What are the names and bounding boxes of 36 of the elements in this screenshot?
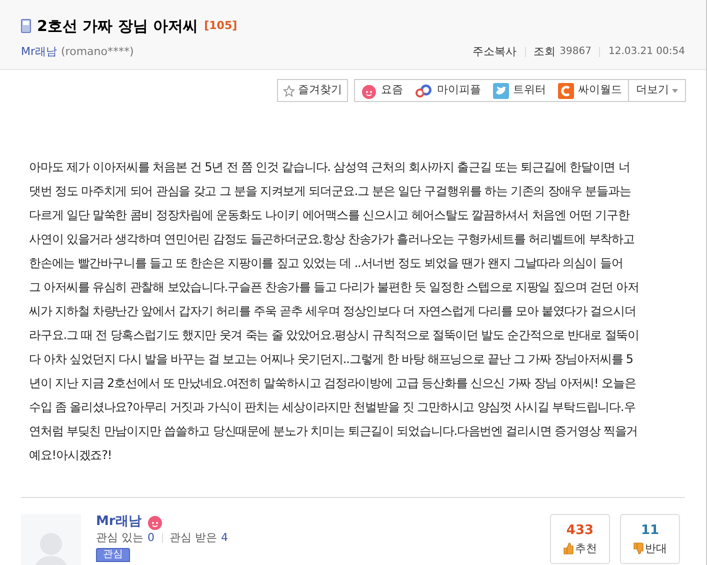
- vote-label: 반대: [645, 540, 667, 556]
- interest-in-label: 관심 있는: [96, 531, 144, 545]
- comment-count[interactable]: [105]: [204, 18, 238, 34]
- star-icon: [283, 84, 295, 96]
- view-count: 39867: [560, 45, 592, 60]
- vote-count: 433: [566, 522, 594, 540]
- interest-from-count[interactable]: 4: [221, 531, 228, 545]
- share-button[interactable]: 마이피플: [409, 80, 487, 101]
- vote-label: 추천: [575, 540, 597, 556]
- more-button[interactable]: 더보기: [628, 80, 685, 101]
- profile-name[interactable]: Mr래남: [96, 514, 142, 530]
- copy-link[interactable]: 주소복사: [472, 44, 517, 60]
- share-button[interactable]: 요즘: [355, 80, 409, 101]
- letter-c-icon: [558, 82, 574, 98]
- post-body: 아마도 제가 이아저씨를 처음본 건 5년 전 쯤 인것 같습니다. 삼성역 근처의 회사까지 출근길 또는 퇴근길에 한달이면 너 댓번 정도 마주치게 되어 관심을 갖고 그 분을 지켜보게 되더군요.그 분은 일단 구걸행위를 하는 기존의 장애우 분들과는 다르게 일단 말쑥한 콤비 정장차림에 운동화도 나이키 에어맥스를 신으시고 헤어스탈도 깔끔하셔서 처음엔 어떤 기구한 사연이 있을거라 생각하며 연민어린 감정도 들곤하더군요.항상 찬송가가 흘러나오는 구형카세트를 허리벨트에 부착하고 한손에는 빨간바구니를 들고 또 한손은 지팡이를 짚고 있었는 데 ..서너번 정도 뵈었을 땐가 왠지 그날따라 의심이 들어 그 아저씨를 유심히 관찰해 보았습니다.구슬픈 찬송가를 들고 다리가 불편한 듯 일정한 스텝으로 지팡일 짚으며 걷던 아저 씨가 지하철 차량난간 앞에서 갑자기 허리를 주욱 곧추 세우며 정상인보다 더 자연스럽게 다리를 모아 붙였다가 걸으시더 라구요.그 때 전 당혹스럽기도 했지만 웃겨 죽는 줄 았았어요.평상시 규칙적으로 절뚝이던 발도 순간적으로 반대로 절뚝이 다 아차 싶었던지 다시 발을 바꾸는 걸 보고는 어찌나 웃기던지..그렇게 한 바탕 해프닝으로 끝난 그 가짜 장님아저씨를 5 년이 지난 지금 2호선에서 또 만났네요.여전히 말쑥하시고 검정라이방에 고급 등산화를 신으신 가짜 장님 아저씨! 오늘은 수입 좀 올리셨나요?아무리 거짓과 가식이 판치는 세상이라지만 천벌받을 짓 그만하시고 양심껏 사시길 부탁드립니다.우 연처럼 부딪친 만남이지만 씁쓸하고 당신때문에 분노가 치미는 퇴근길이 되었습니다.다음번엔 걸리시면 증거영상 찍을거 예요!아시겠죠?!: [29, 159, 640, 464]
- vote-button[interactable]: 433 추천: [550, 514, 610, 564]
- author-name[interactable]: Mr래남: [21, 44, 58, 60]
- chat-bubbles-icon: [415, 84, 433, 98]
- share-button[interactable]: 트위터: [487, 80, 552, 101]
- thumbs-up-icon: [563, 542, 574, 556]
- bird-icon: [493, 82, 509, 98]
- favorite-button[interactable]: 즐겨찾기: [277, 79, 348, 102]
- share-button[interactable]: 싸이월드: [552, 80, 628, 101]
- interest-from-label: 관심 받은: [170, 531, 217, 545]
- views-label: 조회: [534, 44, 556, 60]
- smiley-face-icon: [147, 514, 164, 530]
- caret-icon: [672, 88, 678, 92]
- author-id: (romano****): [61, 44, 134, 60]
- phone-icon: [21, 19, 31, 34]
- vote-button[interactable]: 11 반대: [620, 514, 680, 564]
- post-title: 2호선 가짜 장님 아저씨: [37, 16, 198, 37]
- smiley-face-icon: [361, 82, 377, 98]
- post-date: 12.03.21 00:54: [608, 45, 685, 60]
- vote-count: 11: [640, 522, 660, 540]
- interest-in-count[interactable]: 0: [148, 531, 154, 545]
- thumbs-down-icon: [633, 542, 644, 556]
